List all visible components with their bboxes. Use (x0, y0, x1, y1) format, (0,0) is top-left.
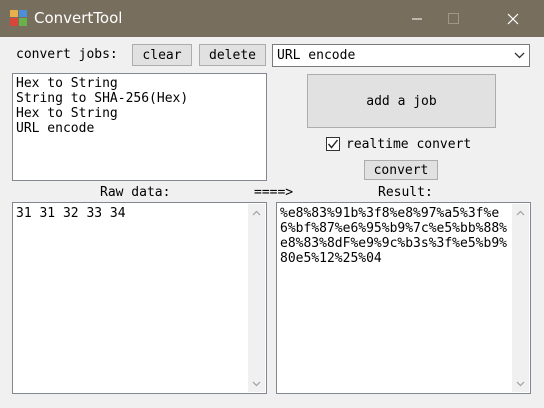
delete-button-label: delete (209, 47, 256, 63)
add-job-label: add a job (366, 93, 437, 109)
checkmark-icon (327, 139, 339, 149)
raw-data-scrollbar[interactable] (248, 204, 265, 392)
window-title: ConvertTool (34, 9, 123, 27)
realtime-checkbox[interactable] (326, 137, 340, 151)
jobs-list[interactable]: Hex to String String to SHA-256(Hex) Hex… (12, 73, 267, 181)
add-job-button[interactable]: add a job (307, 74, 496, 128)
result-label: Result: (378, 185, 433, 200)
job-type-value: URL encode (277, 48, 356, 63)
result-output[interactable]: %e8%83%91b%3f8%e8%97%a5%3f%e6%bf%87%e6%9… (276, 202, 531, 394)
maximize-icon (448, 12, 459, 24)
maximize-button[interactable] (431, 0, 477, 37)
close-button[interactable] (490, 0, 536, 37)
scroll-down-arrow-icon[interactable] (248, 375, 265, 392)
delete-button[interactable]: delete (199, 44, 266, 66)
chevron-down-icon (514, 50, 525, 65)
convert-button[interactable]: convert (364, 160, 438, 180)
list-item[interactable]: Hex to String (16, 76, 263, 91)
raw-data-label: Raw data: (100, 185, 171, 200)
job-type-select[interactable]: URL encode (272, 44, 530, 67)
arrow-label: ====> (254, 185, 294, 200)
list-item[interactable]: String to SHA-256(Hex) (16, 91, 263, 106)
result-text: %e8%83%91b%3f8%e8%97%a5%3f%e6%bf%87%e6%9… (280, 206, 507, 266)
list-item[interactable]: Hex to String (16, 106, 263, 121)
result-scrollbar[interactable] (512, 204, 529, 392)
scroll-up-arrow-icon[interactable] (248, 204, 265, 221)
minimize-icon (412, 18, 422, 19)
close-icon (507, 13, 519, 24)
raw-data-text: 31 31 32 33 34 (16, 206, 126, 221)
convert-button-label: convert (373, 162, 429, 178)
clear-button[interactable]: clear (132, 44, 192, 66)
clear-button-label: clear (142, 47, 182, 63)
raw-data-input[interactable]: 31 31 32 33 34 (12, 202, 267, 394)
app-icon (10, 10, 27, 26)
scroll-up-arrow-icon[interactable] (512, 204, 529, 221)
convert-jobs-label: convert jobs: (16, 47, 118, 62)
realtime-label[interactable]: realtime convert (346, 137, 471, 152)
list-item[interactable]: URL encode (16, 121, 263, 136)
scroll-down-arrow-icon[interactable] (512, 375, 529, 392)
